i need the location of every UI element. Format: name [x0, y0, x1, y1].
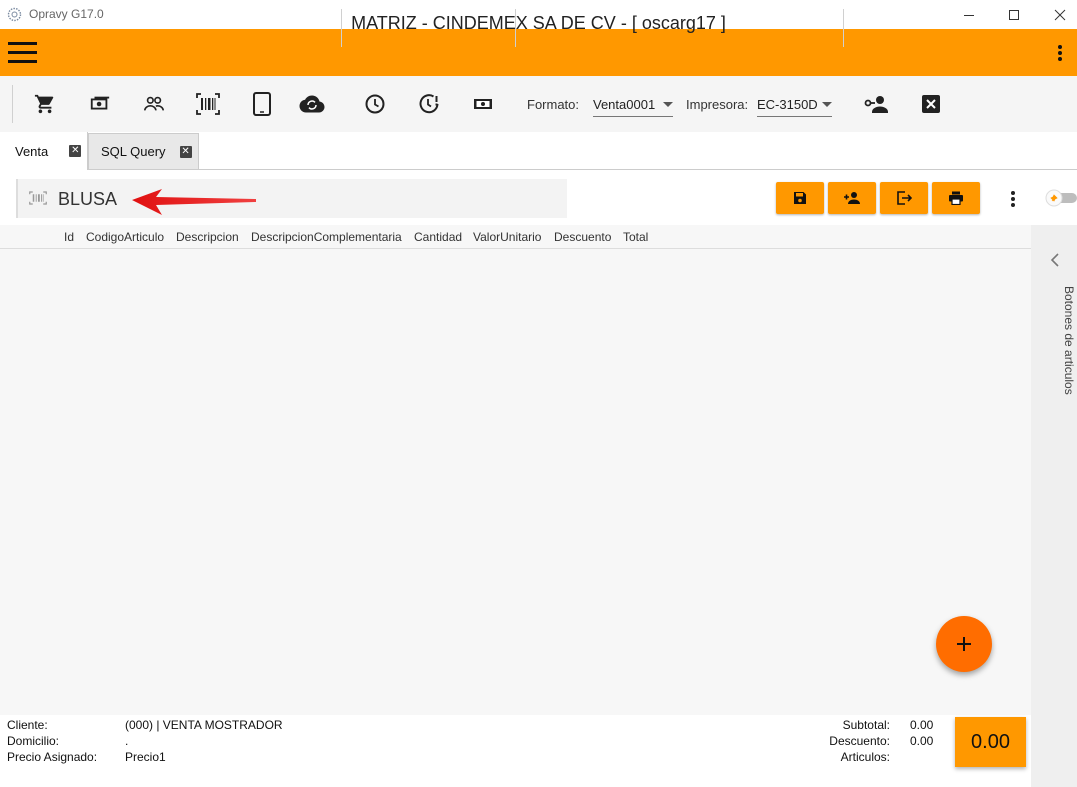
clock-alert-button[interactable]	[414, 90, 444, 118]
app-header	[0, 29, 1077, 76]
impresora-label: Impresora:	[686, 97, 749, 112]
red-arrow-annotation	[132, 189, 258, 217]
money-icon	[90, 96, 110, 110]
logout-icon	[897, 191, 912, 205]
column-header-desc-complementaria[interactable]: DescripcionComplementaria	[251, 230, 402, 244]
exit-button[interactable]	[880, 182, 928, 214]
cloud-sync-button[interactable]	[297, 90, 327, 118]
clients-button[interactable]	[139, 90, 169, 118]
formato-select[interactable]: Venta0001	[593, 91, 673, 117]
side-panel-label[interactable]: Botones de articulos	[1062, 286, 1076, 395]
domicilio-value: .	[125, 734, 129, 748]
close-tab-icon[interactable]: ✕	[69, 145, 82, 157]
precio-asignado-value: Precio1	[125, 750, 166, 764]
column-header-codigo[interactable]: CodigoArticulo	[86, 230, 164, 244]
tablet-icon	[253, 92, 271, 116]
person-key-icon	[864, 96, 888, 113]
add-person-icon	[844, 192, 860, 204]
toolbar-divider	[843, 9, 844, 47]
add-item-fab[interactable]	[936, 616, 992, 672]
tab-label: Venta	[15, 143, 49, 159]
save-icon	[794, 192, 806, 204]
print-button[interactable]	[932, 182, 980, 214]
clock-icon	[365, 94, 385, 114]
cliente-label: Cliente:	[7, 718, 48, 732]
chevron-down-icon	[822, 102, 832, 107]
search-input[interactable]: BLUSA	[58, 189, 117, 210]
descuento-value: 0.00	[910, 734, 934, 748]
impresora-value: EC-3150D	[757, 97, 818, 112]
hamburger-menu-icon[interactable]	[8, 42, 37, 63]
column-header-cantidad[interactable]: Cantidad	[414, 230, 462, 244]
cash-icon	[474, 99, 492, 109]
cliente-value: (000) | VENTA MOSTRADOR	[125, 718, 283, 732]
descuento-label: Descuento:	[829, 734, 890, 748]
people-icon	[144, 96, 164, 111]
column-header-descripcion[interactable]: Descripcion	[176, 230, 239, 244]
cash-button[interactable]	[468, 90, 498, 118]
pin-toggle[interactable]	[1045, 189, 1077, 207]
save-button[interactable]	[776, 182, 824, 214]
barcode-icon	[196, 93, 220, 115]
add-client-button[interactable]	[828, 182, 876, 214]
person-key-button[interactable]	[862, 90, 892, 118]
formato-value: Venta0001	[593, 97, 656, 112]
cart-button[interactable]	[30, 90, 60, 118]
barcode-button[interactable]	[193, 90, 223, 118]
total-amount: 0.00	[955, 717, 1026, 767]
column-header-valor-unitario[interactable]: ValorUnitario	[473, 230, 541, 244]
close-tab-icon[interactable]: ✕	[179, 145, 192, 158]
tab-venta[interactable]: Venta ✕	[0, 132, 88, 170]
column-header-descuento[interactable]: Descuento	[554, 230, 611, 244]
barcode-icon	[29, 191, 47, 205]
column-header-total[interactable]: Total	[623, 230, 648, 244]
subtotal-label: Subtotal:	[842, 718, 890, 732]
more-vert-icon[interactable]	[1056, 44, 1064, 62]
impresora-select[interactable]: EC-3150D	[757, 91, 832, 117]
chevron-down-icon	[663, 102, 673, 107]
tab-label: SQL Query	[101, 144, 166, 159]
toolbar-divider	[12, 85, 13, 123]
formato-label: Formato:	[527, 97, 580, 112]
page-title: MATRIZ - CINDEMEX SA DE CV - [ oscarg17 …	[351, 13, 726, 33]
articulos-label: Articulos:	[840, 750, 890, 764]
plus-icon	[957, 637, 971, 651]
cloud-sync-icon	[299, 95, 325, 113]
subtotal-value: 0.00	[910, 718, 934, 732]
money-button[interactable]	[85, 90, 115, 118]
close-box-icon	[922, 95, 940, 113]
chevron-left-icon[interactable]	[1050, 253, 1060, 267]
precio-asignado-label: Precio Asignado:	[7, 750, 98, 764]
tablet-button[interactable]	[247, 90, 277, 118]
clock-alert-icon	[419, 94, 439, 114]
print-icon	[949, 191, 963, 205]
column-header-id[interactable]: Id	[64, 230, 74, 244]
toolbar-divider	[515, 9, 516, 47]
tab-sql-query[interactable]: SQL Query ✕	[88, 133, 199, 170]
items-grid[interactable]	[0, 225, 1031, 715]
clock-button[interactable]	[360, 90, 390, 118]
cart-icon	[34, 94, 54, 114]
close-box-button[interactable]	[916, 90, 946, 118]
more-vert-icon[interactable]	[1009, 190, 1017, 208]
toolbar-divider	[341, 9, 342, 47]
domicilio-label: Domicilio:	[7, 734, 60, 748]
